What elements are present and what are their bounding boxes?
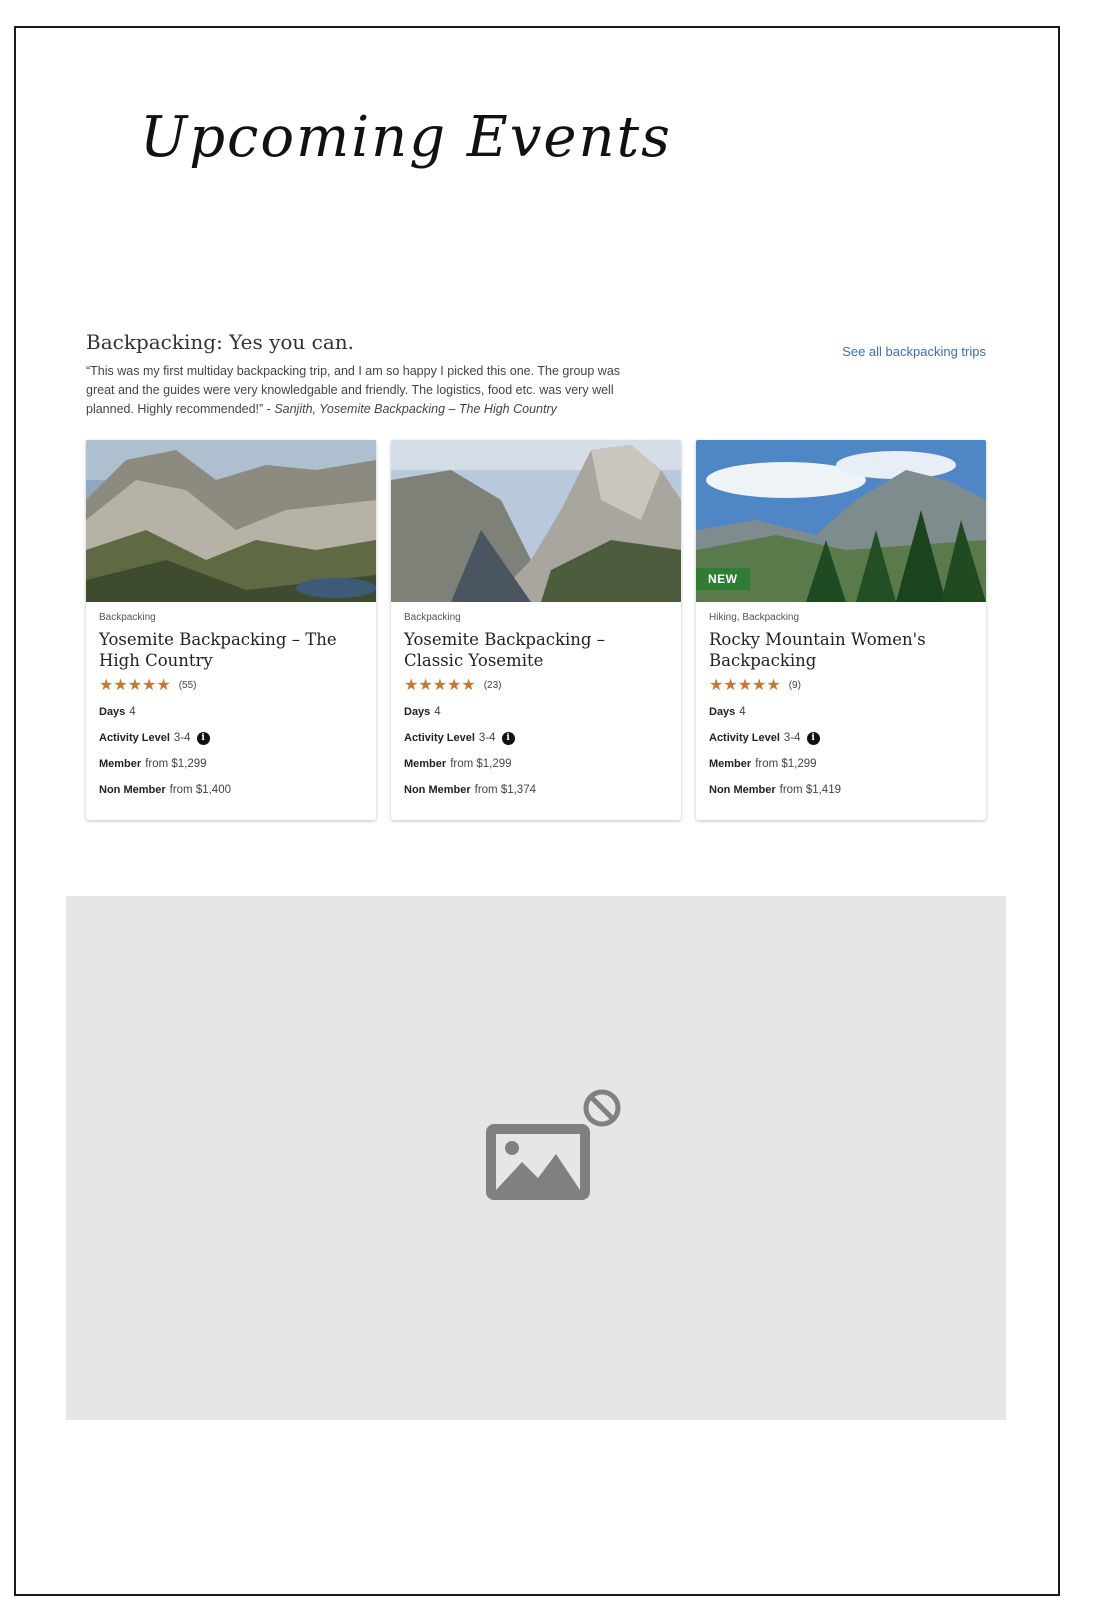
trip-image[interactable]: [391, 440, 681, 602]
info-icon[interactable]: i: [501, 731, 515, 745]
member-price: Member from $1,299: [709, 758, 817, 770]
trip-card[interactable]: Backpacking Yosemite Backpacking – The H…: [86, 440, 376, 820]
review-count: (9): [788, 679, 801, 691]
quote-attribution: Sanjith, Yosemite Backpacking – The High…: [274, 402, 557, 416]
new-badge: NEW: [696, 568, 750, 590]
info-icon[interactable]: i: [806, 731, 820, 745]
page-title: Upcoming Events: [140, 105, 672, 170]
trip-rating: ★★★★★ (23): [404, 675, 668, 695]
trip-category: Backpacking: [404, 612, 461, 623]
trip-activity-level: Activity Level 3-4 i: [709, 729, 973, 747]
trip-activity-level: Activity Level 3-4 i: [404, 729, 668, 747]
non-member-price: Non Member from $1,400: [99, 784, 231, 796]
trip-title[interactable]: Yosemite Backpacking – Classic Yosemite: [404, 629, 668, 671]
trip-rating: ★★★★★ (9): [709, 675, 973, 695]
trip-title[interactable]: Yosemite Backpacking – The High Country: [99, 629, 363, 671]
star-rating-icon: ★★★★★: [709, 677, 781, 694]
trip-activity-level: Activity Level 3-4 i: [99, 729, 363, 747]
backpacking-section: Backpacking: Yes you can. See all backpa…: [86, 330, 986, 419]
member-price: Member from $1,299: [99, 758, 207, 770]
testimonial-quote: “This was my first multiday backpacking …: [86, 362, 646, 419]
non-member-price: Non Member from $1,419: [709, 784, 841, 796]
trip-image[interactable]: NEW: [696, 440, 986, 602]
trip-image[interactable]: [86, 440, 376, 602]
star-rating-icon: ★★★★★: [99, 677, 171, 694]
trip-days: Days 4: [709, 706, 746, 718]
trip-category: Backpacking: [99, 612, 156, 623]
trip-rating: ★★★★★ (55): [99, 675, 363, 695]
blocked-icon: [583, 1089, 621, 1127]
info-icon[interactable]: i: [196, 731, 210, 745]
non-member-price: Non Member from $1,374: [404, 784, 536, 796]
trip-category: Hiking, Backpacking: [709, 612, 800, 623]
review-count: (55): [178, 679, 197, 691]
trip-card[interactable]: NEW Hiking, Backpacking Rocky Mountain W…: [696, 440, 986, 820]
trip-cards: Backpacking Yosemite Backpacking – The H…: [86, 440, 986, 820]
member-price: Member from $1,299: [404, 758, 512, 770]
star-rating-icon: ★★★★★: [404, 677, 476, 694]
see-all-trips-link[interactable]: See all backpacking trips: [842, 344, 986, 359]
trip-card[interactable]: Backpacking Yosemite Backpacking – Class…: [391, 440, 681, 820]
trip-days: Days 4: [404, 706, 441, 718]
broken-image-icon: [486, 1089, 621, 1200]
image-placeholder: [66, 896, 1006, 1420]
trip-title[interactable]: Rocky Mountain Women's Backpacking: [709, 629, 973, 671]
trip-days: Days 4: [99, 706, 136, 718]
review-count: (23): [483, 679, 502, 691]
